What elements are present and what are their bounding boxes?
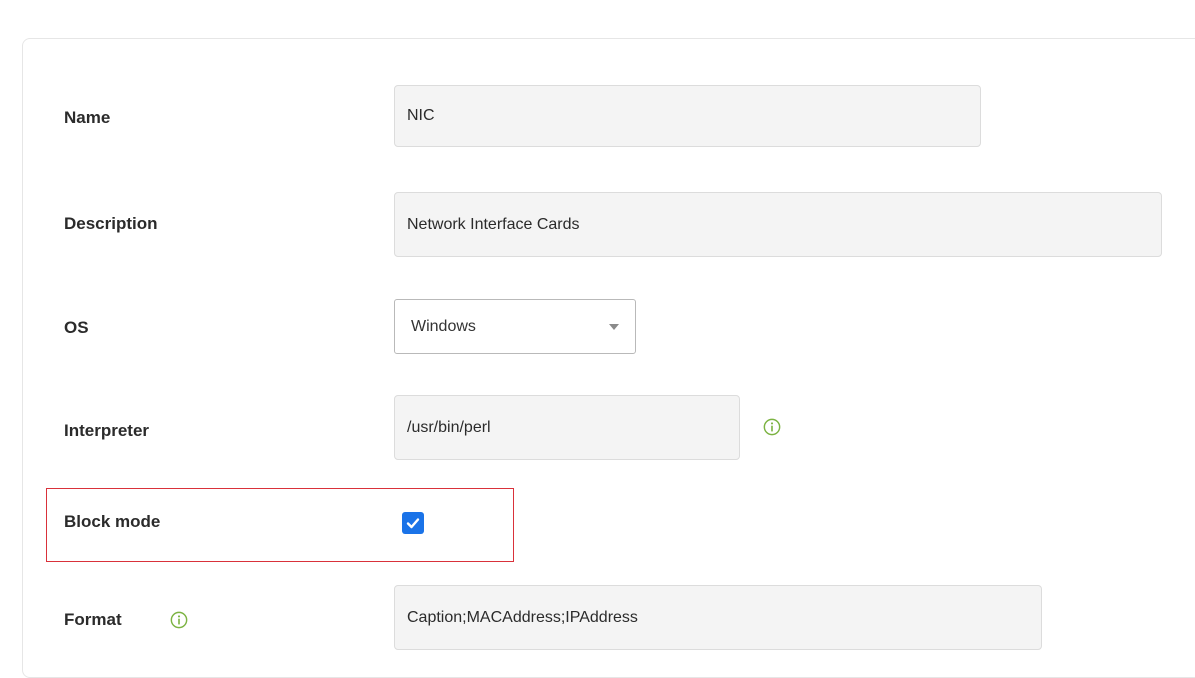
os-select[interactable]: Windows xyxy=(394,299,636,354)
os-selected-value: Windows xyxy=(411,317,476,335)
name-input[interactable]: NIC xyxy=(394,85,981,147)
info-icon[interactable] xyxy=(763,418,781,436)
chevron-down-icon xyxy=(609,323,619,330)
interpreter-label: Interpreter xyxy=(64,421,150,440)
interpreter-input[interactable]: /usr/bin/perl xyxy=(394,395,740,460)
format-input[interactable]: Caption;MACAddress;IPAddress xyxy=(394,585,1042,650)
os-label: OS xyxy=(64,318,89,337)
description-input[interactable]: Network Interface Cards xyxy=(394,192,1162,257)
description-label: Description xyxy=(64,214,158,233)
name-label: Name xyxy=(64,108,111,127)
block-mode-label: Block mode xyxy=(64,512,161,531)
checkmark-icon xyxy=(406,518,420,529)
info-icon[interactable] xyxy=(170,611,188,629)
block-mode-checkbox[interactable] xyxy=(402,512,424,534)
format-label: Format xyxy=(64,610,122,629)
